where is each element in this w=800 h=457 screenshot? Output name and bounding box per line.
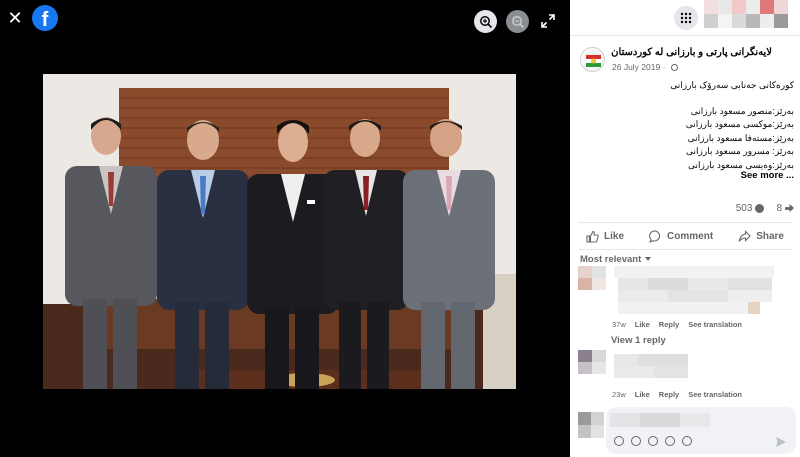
pixelated-comment bbox=[578, 266, 774, 314]
pixelated-comment bbox=[578, 350, 688, 378]
globe-icon bbox=[670, 64, 678, 71]
page-avatar-emblem bbox=[582, 49, 604, 71]
comment-2-redacted bbox=[578, 350, 698, 388]
photo-illustration bbox=[43, 74, 516, 389]
comment-2-time[interactable]: 23w bbox=[612, 390, 626, 399]
like-button[interactable]: Like bbox=[586, 230, 624, 243]
share-count-icon bbox=[785, 204, 794, 213]
expand-icon[interactable] bbox=[541, 14, 555, 28]
comment-button[interactable]: Comment bbox=[649, 229, 714, 243]
comment-1-time[interactable]: 37w bbox=[612, 320, 626, 329]
comment-sort-dropdown[interactable]: Most relevant bbox=[580, 254, 652, 265]
emoji-icon[interactable] bbox=[631, 436, 641, 446]
comment-sort-label: Most relevant bbox=[580, 254, 642, 265]
share-count[interactable]: 8 bbox=[776, 203, 782, 214]
post-text-line: بەرێز:موکسی مسعود بارزانی bbox=[685, 119, 794, 130]
redacted-account-icons bbox=[704, 0, 800, 30]
comment-input[interactable] bbox=[606, 407, 796, 454]
view-replies-link[interactable]: View 1 reply bbox=[611, 335, 666, 346]
comment-2-translate[interactable]: See translation bbox=[688, 390, 742, 399]
post-text: کورەکانی جەنابی سەرۆک بارزانی بەرێز:منصو… bbox=[584, 79, 794, 173]
gif-icon[interactable] bbox=[665, 436, 675, 446]
close-icon[interactable]: ✕ bbox=[6, 9, 24, 27]
zoom-in-button[interactable] bbox=[474, 10, 497, 33]
comment-count-icon bbox=[755, 204, 765, 213]
comment-1-translate[interactable]: See translation bbox=[688, 320, 742, 329]
post-counts: 503 8 bbox=[736, 203, 796, 214]
zoom-in-icon bbox=[479, 15, 492, 28]
comment-1-like[interactable]: Like bbox=[635, 320, 650, 329]
post-side-panel: لایەنگرانی پارتی و بارزانی لە کوردستان 2… bbox=[570, 0, 800, 457]
sticker-icon[interactable] bbox=[682, 436, 692, 446]
pixelated-placeholder bbox=[610, 413, 710, 427]
avatar-sticker-icon[interactable] bbox=[614, 436, 624, 446]
comment-2-reply[interactable]: Reply bbox=[659, 390, 679, 399]
comment-1-meta: 37w Like Reply See translation bbox=[612, 320, 751, 329]
comment-2-like[interactable]: Like bbox=[635, 390, 650, 399]
share-icon bbox=[738, 229, 751, 242]
post-actions: Like Comment Share bbox=[578, 222, 792, 250]
page-name[interactable]: لایەنگرانی پارتی و بارزانی لە کوردستان bbox=[611, 47, 772, 58]
share-button[interactable]: Share bbox=[738, 229, 784, 243]
post-text-line bbox=[584, 93, 794, 105]
chevron-down-icon bbox=[645, 257, 652, 261]
grid-menu-icon bbox=[680, 12, 692, 24]
comment-1-reply[interactable]: Reply bbox=[659, 320, 679, 329]
facebook-logo[interactable]: f bbox=[32, 5, 58, 31]
zoom-out-icon bbox=[511, 15, 524, 28]
post-text-line: بەرێز: مسرور مسعود بارزانی bbox=[686, 146, 794, 157]
share-label: Share bbox=[756, 230, 784, 242]
like-label: Like bbox=[604, 230, 625, 242]
comment-input-tools bbox=[614, 436, 692, 446]
thumbs-up-icon bbox=[586, 230, 599, 243]
camera-icon[interactable] bbox=[648, 436, 658, 446]
post-text-line: کورەکانی جەنابی سەرۆک بارزانی bbox=[670, 80, 794, 90]
comment-label: Comment bbox=[667, 230, 714, 242]
see-more-link[interactable]: See more ... bbox=[741, 170, 794, 181]
zoom-out-button[interactable] bbox=[506, 10, 529, 33]
comment-icon bbox=[649, 229, 661, 243]
post-date[interactable]: 26 July 2019 · bbox=[612, 62, 678, 72]
photo-viewer: ✕ f bbox=[0, 0, 570, 457]
comment-2-meta: 23w Like Reply See translation bbox=[612, 390, 751, 399]
app: ✕ f لایەنگرانی پارتی و بارزانی لە کوردست… bbox=[0, 0, 800, 457]
pixelated-avatar bbox=[578, 412, 604, 438]
post-photo[interactable] bbox=[43, 74, 516, 389]
comment-count[interactable]: 503 bbox=[736, 203, 753, 214]
post-text-line: بەرێز:مستەفا مسعود بارزانی bbox=[687, 132, 794, 143]
post-header: لایەنگرانی پارتی و بارزانی لە کوردستان 2… bbox=[570, 36, 800, 76]
post-text-line: بەرێز:منصور مسعود بارزانی bbox=[690, 105, 794, 116]
post-date-text[interactable]: 26 July 2019 · bbox=[612, 62, 665, 72]
current-user-avatar[interactable] bbox=[578, 412, 604, 438]
comment-1-redacted bbox=[578, 266, 778, 318]
page-avatar[interactable] bbox=[580, 47, 605, 72]
top-bar bbox=[570, 0, 800, 36]
menu-button[interactable] bbox=[674, 6, 698, 30]
send-icon[interactable] bbox=[776, 437, 786, 447]
